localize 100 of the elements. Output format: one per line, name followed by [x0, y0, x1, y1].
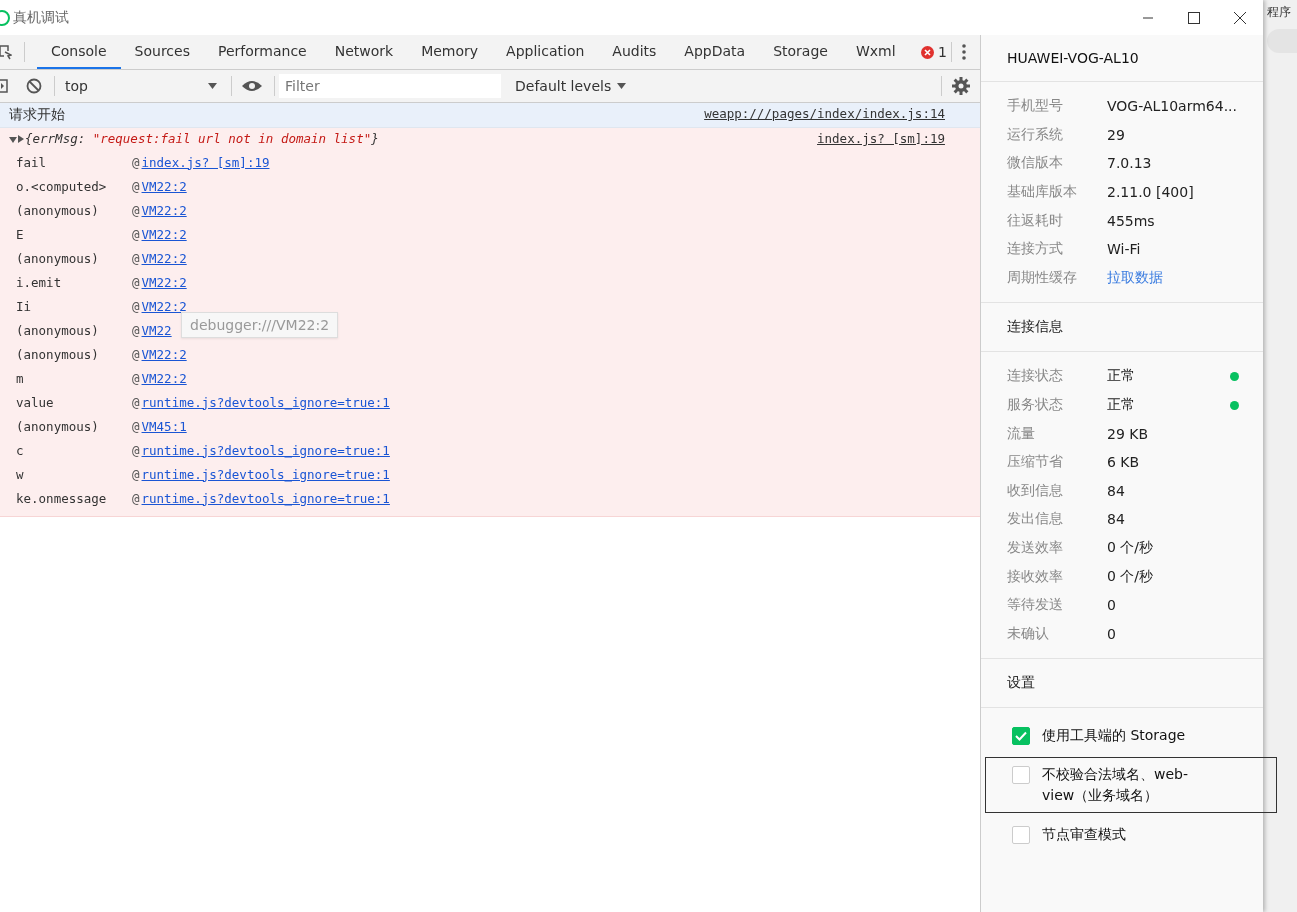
info-value: 0 — [1106, 597, 1116, 614]
stack-link[interactable]: VM22:2 — [141, 202, 187, 218]
expand-icon[interactable] — [9, 133, 25, 144]
stack-function: m — [16, 370, 25, 386]
at-sign: @ — [132, 298, 140, 314]
app-icon — [0, 9, 10, 26]
error-object: {errMsg: "request:fail url not in domain list"} — [25, 131, 379, 146]
devtools-tab[interactable]: Memory — [407, 35, 493, 69]
info-value: 7.0.13 — [1106, 155, 1152, 172]
option-label: 节点审查模式 — [1041, 825, 1127, 845]
stack-link[interactable]: VM22 — [141, 322, 172, 338]
info-value: 84 — [1106, 482, 1125, 499]
window-title: 真机调试 — [13, 8, 69, 27]
info-value: Wi-Fi — [1106, 241, 1141, 258]
devtools-tab[interactable]: Application — [492, 35, 599, 69]
at-sign: @ — [132, 418, 140, 434]
context-select[interactable]: top — [61, 76, 221, 96]
tooltip: debugger:///VM22:2 — [181, 312, 339, 338]
stack-link[interactable]: VM22:2 — [141, 298, 187, 314]
at-sign: @ — [132, 322, 140, 338]
checkbox[interactable] — [1011, 727, 1030, 746]
info-label: 服务状态 — [1006, 396, 1064, 415]
stack-link[interactable]: VM22:2 — [141, 250, 187, 266]
stack-function: (anonymous) — [16, 346, 100, 362]
info-value: 0 — [1106, 625, 1116, 642]
info-label: 接收效率 — [1006, 567, 1064, 586]
devtools-tab[interactable]: Performance — [203, 35, 321, 69]
stack-link[interactable]: VM22:2 — [141, 346, 187, 362]
eye-icon[interactable] — [242, 78, 262, 94]
at-sign: @ — [132, 490, 140, 506]
at-sign: @ — [132, 178, 140, 194]
info-label: 运行系统 — [1006, 125, 1064, 144]
info-label: 手机型号 — [1006, 97, 1064, 116]
stack-function: i.emit — [16, 274, 63, 290]
info-label: 微信版本 — [1006, 154, 1064, 173]
info-value: 29 KB — [1106, 425, 1149, 442]
stack-link[interactable]: runtime.js?devtools_ignore=true:1 — [141, 466, 390, 482]
stack-function: (anonymous) — [16, 418, 100, 434]
info-value: 正常 — [1106, 367, 1135, 386]
stack-link[interactable]: index.js? [sm]:19 — [141, 154, 270, 170]
settings-icon[interactable] — [951, 77, 970, 95]
devtools-tab[interactable]: AppData — [670, 35, 760, 69]
info-value: 455ms — [1106, 212, 1155, 229]
clear-icon[interactable] — [26, 78, 42, 94]
stack-function: ke.onmessage — [16, 490, 108, 506]
devtools-tab[interactable]: Sources — [120, 35, 204, 69]
background-window-text: 程序 — [1266, 4, 1292, 21]
at-sign: @ — [132, 250, 140, 266]
info-value: 2.11.0 [400] — [1106, 184, 1194, 201]
stack-function: value — [16, 394, 55, 410]
stack-link[interactable]: VM45:1 — [141, 418, 187, 434]
source-link[interactable]: weapp:///pages/index/index.js:14 — [704, 106, 945, 121]
info-label: 往返耗时 — [1006, 211, 1064, 230]
at-sign: @ — [132, 466, 140, 482]
devtools-tab[interactable]: Audits — [598, 35, 671, 69]
error-count: 1 — [938, 44, 947, 60]
stack-link[interactable]: VM22:2 — [141, 178, 187, 194]
info-value: 0 个/秒 — [1106, 567, 1154, 586]
info-value: 6 KB — [1106, 454, 1140, 471]
info-value: VOG-AL10arm64... — [1106, 98, 1237, 115]
devtools-tab[interactable]: Network — [320, 35, 408, 69]
stack-function: o.<computed> — [16, 178, 108, 194]
checkbox[interactable] — [1011, 826, 1030, 845]
stack-function: (anonymous) — [16, 202, 100, 218]
info-value: 正常 — [1106, 396, 1135, 415]
at-sign: @ — [132, 274, 140, 290]
at-sign: @ — [132, 154, 140, 170]
info-label: 基础库版本 — [1006, 183, 1078, 202]
stack-link[interactable]: VM22:2 — [141, 226, 187, 242]
info-label: 周期性缓存 — [1006, 268, 1078, 287]
stack-function: (anonymous) — [16, 322, 100, 338]
filter-field[interactable]: Filter — [279, 74, 501, 98]
stack-function: w — [16, 466, 25, 482]
fetch-data-link[interactable]: 拉取数据 — [1106, 268, 1163, 287]
at-sign: @ — [132, 202, 140, 218]
more-icon[interactable] — [961, 44, 966, 60]
stack-link[interactable]: runtime.js?devtools_ignore=true:1 — [141, 490, 390, 506]
sidebar-toggle-icon[interactable] — [0, 78, 8, 94]
inspect-icon[interactable] — [0, 44, 12, 60]
stack-link[interactable]: VM22:2 — [141, 274, 187, 290]
checkbox[interactable] — [1011, 766, 1030, 785]
info-label: 发送效率 — [1006, 539, 1064, 557]
log-message: 请求开始 — [9, 106, 65, 124]
error-icon — [921, 45, 935, 59]
source-link[interactable]: index.js? [sm]:19 — [817, 131, 945, 146]
stack-link[interactable]: runtime.js?devtools_ignore=true:1 — [141, 442, 390, 458]
stack-function: Ii — [16, 298, 33, 314]
devtools-tab[interactable]: Storage — [759, 35, 842, 69]
info-label: 收到信息 — [1006, 481, 1064, 500]
info-label: 未确认 — [1006, 624, 1050, 643]
levels-dropdown[interactable]: Default levels — [509, 77, 633, 95]
stack-link[interactable]: runtime.js?devtools_ignore=true:1 — [141, 394, 390, 410]
info-label: 连接方式 — [1006, 240, 1064, 259]
stack-function: E — [16, 226, 25, 242]
option-label: 不校验合法域名、web-view（业务域名） — [1041, 765, 1189, 806]
stack-function: (anonymous) — [16, 250, 100, 266]
devtools-tab[interactable]: Wxml — [841, 35, 910, 69]
caret-icon — [617, 83, 627, 89]
stack-link[interactable]: VM22:2 — [141, 370, 187, 386]
at-sign: @ — [132, 346, 140, 362]
